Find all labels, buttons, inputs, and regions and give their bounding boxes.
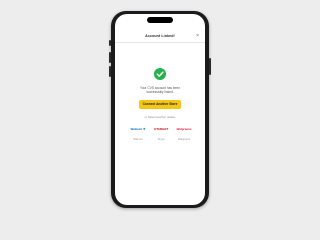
phone-power-button	[209, 58, 211, 75]
store-label-target: Target	[157, 138, 165, 141]
device-scene: Account Linked! × Your CVS account has b…	[0, 0, 320, 213]
success-check-icon	[154, 68, 166, 80]
store-label-walgreens: Walgreens	[177, 138, 191, 141]
phone-side-button	[109, 40, 111, 46]
phone-volume-up-button	[109, 52, 111, 63]
header-divider	[115, 42, 205, 43]
select-another-retailer-link[interactable]: or Select Another retailer	[115, 115, 205, 119]
close-icon[interactable]: ×	[196, 33, 199, 39]
phone-volume-down-button	[109, 66, 111, 77]
connect-another-store-button[interactable]: Connect Another Store	[139, 100, 181, 109]
success-message: Your CVS account has been successfully l…	[140, 86, 180, 95]
store-logo-target[interactable]: ⊙TARGET	[150, 125, 172, 133]
dynamic-island	[147, 17, 173, 23]
store-logo-walgreens[interactable]: Walgreens	[173, 125, 195, 133]
store-label-walmart: Walmart	[133, 138, 143, 141]
modal-header: Account Linked! ×	[115, 32, 205, 42]
modal-title: Account Linked!	[145, 34, 175, 38]
phone-screen: Account Linked! × Your CVS account has b…	[115, 14, 205, 205]
store-logo-walmart[interactable]: Walmart ✳	[127, 125, 149, 133]
